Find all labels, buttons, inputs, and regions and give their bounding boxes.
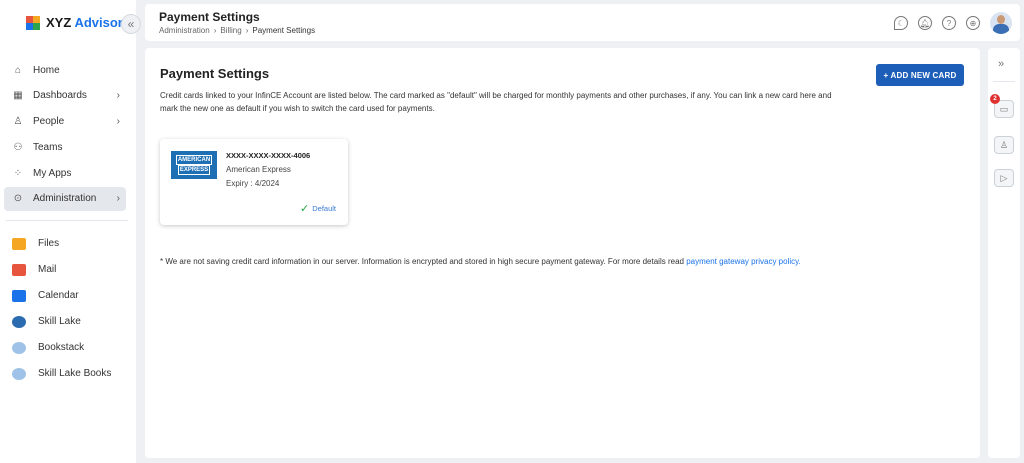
sidebar-item-label: Home <box>33 64 60 76</box>
bell-icon[interactable]: 🔔︎ <box>918 16 932 30</box>
sidebar-app-skill-lake-books[interactable]: Skill Lake Books <box>4 361 126 387</box>
amex-logo-line1: AMERICAN <box>175 155 213 165</box>
sidebar-app-label: Calendar <box>38 290 79 302</box>
privacy-policy-link[interactable]: payment gateway privacy policy. <box>686 257 801 266</box>
sidebar-item-label: Administration <box>33 193 97 205</box>
contacts-icon: ♙ <box>999 139 1009 150</box>
sidebar-app-skill-lake[interactable]: Skill Lake <box>4 309 126 335</box>
globe-icon[interactable]: ⊕ <box>966 16 980 30</box>
header-actions: ☾ 🔔︎ ? ⊕ <box>894 12 1012 34</box>
security-note-text: * We are not saving credit card informat… <box>160 257 687 266</box>
sidebar-app-files[interactable]: Files <box>4 231 126 257</box>
notification-badge: 2 <box>990 94 1000 104</box>
teams-icon: ⚇ <box>13 141 23 153</box>
sidebar-app-bookstack[interactable]: Bookstack <box>4 335 126 361</box>
person-icon: ♙ <box>13 116 23 128</box>
page-description: Credit cards linked to your InfinCE Acco… <box>160 91 832 113</box>
breadcrumb-item-administration[interactable]: Administration <box>159 26 210 35</box>
add-new-card-button[interactable]: + ADD NEW CARD <box>876 64 964 86</box>
dashboard-icon: ▦ <box>13 90 23 102</box>
sidebar-app-calendar[interactable]: Calendar <box>4 283 126 309</box>
brand-name-primary: XYZ <box>46 15 72 30</box>
rail-divider <box>993 81 1015 82</box>
right-rail: » ▭ 2 ♙ ▷ <box>988 48 1020 458</box>
mail-icon <box>12 263 26 276</box>
admin-icon: ⊙ <box>13 193 23 205</box>
chat-icon: ▭ <box>999 103 1009 114</box>
sidebar-app-label: Bookstack <box>38 342 85 354</box>
sidebar-collapse-button[interactable]: « <box>121 14 141 34</box>
top-header: Payment Settings Administration › Billin… <box>145 4 1020 41</box>
breadcrumb-separator-icon: › <box>213 26 217 35</box>
sidebar-item-my-apps[interactable]: ⁘ My Apps <box>4 161 126 185</box>
logo-icon <box>26 15 40 30</box>
home-icon: ⌂ <box>14 64 22 76</box>
amex-logo: AMERICAN EXPRESS <box>171 151 217 179</box>
credit-card-tile[interactable]: AMERICAN EXPRESS XXXX-XXXX-XXXX-4006 Ame… <box>160 139 348 225</box>
video-icon: ▷ <box>1000 172 1008 183</box>
card-number: XXXX-XXXX-XXXX-4006 <box>226 151 311 160</box>
chevron-right-icon: › <box>116 90 120 102</box>
card-expiry: Expiry : 4/2024 <box>226 179 280 188</box>
sidebar-item-label: My Apps <box>33 167 72 179</box>
sidebar-item-people[interactable]: ♙ People › <box>4 110 126 134</box>
brand-name: XYZ Advisory <box>46 15 130 30</box>
sidebar-item-teams[interactable]: ⚇ Teams <box>4 135 126 159</box>
breadcrumb-separator-icon: › <box>245 26 249 35</box>
breadcrumb: Administration › Billing › Payment Setti… <box>159 26 315 35</box>
sidebar-item-dashboards[interactable]: ▦ Dashboards › <box>4 84 126 108</box>
skill-lake-icon <box>12 315 26 328</box>
sidebar-app-label: Skill Lake <box>38 316 81 328</box>
sidebar-app-label: Files <box>38 238 60 250</box>
default-badge: ✓ Default <box>300 202 336 215</box>
main-panel: Payment Settings + ADD NEW CARD Credit c… <box>145 48 980 458</box>
security-note: * We are not saving credit card informat… <box>160 257 801 266</box>
contacts-button[interactable]: ♙ <box>994 136 1014 154</box>
calendar-icon <box>12 289 26 302</box>
help-icon[interactable]: ? <box>942 16 956 30</box>
header-title: Payment Settings <box>159 10 260 24</box>
sidebar-nav: ⌂ Home ▦ Dashboards › ♙ People › ⚇ Teams… <box>4 58 128 387</box>
chevron-right-icon: › <box>116 116 120 128</box>
chevron-right-icon: › <box>116 193 120 205</box>
breadcrumb-item-current: Payment Settings <box>252 26 316 35</box>
sidebar-item-label: People <box>33 116 65 128</box>
chat-button[interactable]: ▭ 2 <box>990 94 1014 118</box>
card-type: American Express <box>226 165 291 174</box>
breadcrumb-item-billing[interactable]: Billing <box>220 26 241 35</box>
rail-expand-icon[interactable]: » <box>998 58 1004 70</box>
sidebar: XYZ Advisory ⌂ Home ▦ Dashboards › ♙ Peo… <box>0 0 136 463</box>
skill-lake-books-icon <box>12 367 26 380</box>
bookstack-icon <box>12 341 26 354</box>
check-icon: ✓ <box>300 203 310 215</box>
sidebar-item-administration[interactable]: ⊙ Administration › <box>4 186 126 211</box>
sidebar-divider <box>6 219 128 221</box>
apps-icon: ⁘ <box>13 167 23 179</box>
default-label: Default <box>312 204 336 213</box>
folder-icon <box>12 237 26 250</box>
sidebar-item-label: Dashboards <box>33 90 87 102</box>
sidebar-item-home[interactable]: ⌂ Home <box>4 58 126 82</box>
sidebar-app-mail[interactable]: Mail <box>4 257 126 283</box>
avatar[interactable] <box>990 12 1012 34</box>
brand-logo[interactable]: XYZ Advisory <box>26 15 130 30</box>
moon-icon[interactable]: ☾ <box>894 16 908 30</box>
sidebar-app-label: Skill Lake Books <box>38 368 112 380</box>
sidebar-app-label: Mail <box>38 264 57 276</box>
video-button[interactable]: ▷ <box>994 169 1014 187</box>
sidebar-item-label: Teams <box>33 141 63 153</box>
amex-logo-line2: EXPRESS <box>177 165 211 175</box>
page-title: Payment Settings <box>160 66 270 81</box>
